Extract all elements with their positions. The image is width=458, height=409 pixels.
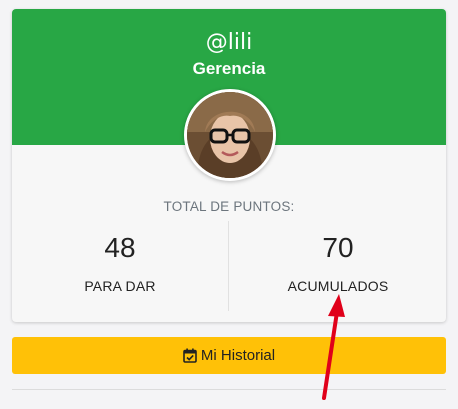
username: @lili <box>205 30 253 55</box>
stat-acumulados: 70 ACUMULADOS <box>230 231 446 294</box>
bottom-divider <box>12 389 446 390</box>
points-to-give-label: PARA DAR <box>84 278 156 294</box>
history-button[interactable]: Mi Historial <box>12 337 446 374</box>
stats-divider <box>228 221 229 311</box>
points-to-give-value: 48 <box>104 232 136 263</box>
total-points-label: TOTAL DE PUNTOS: <box>163 199 295 214</box>
avatar <box>184 89 276 181</box>
history-button-label: Mi Historial <box>200 347 276 364</box>
calendar-check-icon <box>183 348 197 363</box>
points-accumulated-label: ACUMULADOS <box>287 278 389 294</box>
profile-page: @lili Gerencia TOTAL DE PUNTOS: 48 PARA … <box>0 0 458 409</box>
profile-card: @lili Gerencia TOTAL DE PUNTOS: 48 PARA … <box>12 9 446 322</box>
user-role: Gerencia <box>192 59 266 78</box>
points-accumulated-value: 70 <box>322 232 354 263</box>
stat-para-dar: 48 PARA DAR <box>12 231 228 294</box>
